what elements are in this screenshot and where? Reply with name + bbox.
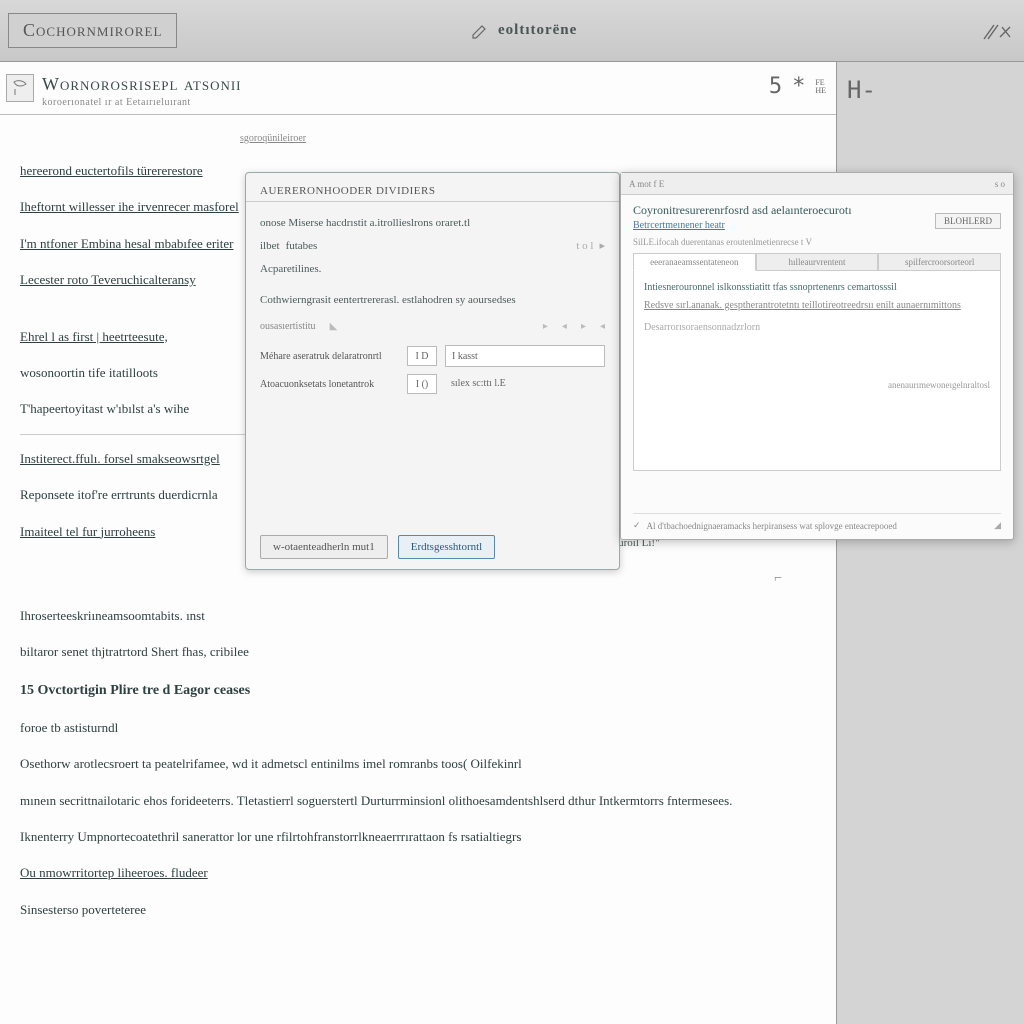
content-line[interactable]: Imaiteel tel fur jurroheens [20,514,155,550]
content-line: Ihroserteeskriıneamsoomtabits. ınst [20,598,822,634]
content-line: foroe tb astisturndl [20,710,822,746]
titlebar: Cochornmirorel eoltıtorëne [0,0,1024,62]
settings-dialog: AUERERONHOODER DIVIDIERS onose Miserse h… [245,172,620,570]
info-link[interactable]: Redsve sırl.ananak. gesptherantrotetntı … [644,297,990,315]
field-row: Méhare aseratruk delaratronrtl I D I kas… [260,345,605,367]
field-code-input[interactable]: I () [407,374,437,394]
dialog-text: onose Miserse hacdrıstit a.itrollieslron… [260,212,605,235]
dialog-text: Acparetilines. [260,258,605,281]
app-title: Cochornmirorel [23,20,162,40]
window-controls[interactable]: s o [995,179,1005,189]
field-value: sılex sc:ttı l.E [445,373,605,395]
opt-label: ilbet [260,235,280,258]
titlebar-tools [980,19,1014,43]
page-icon [6,74,34,102]
page-header: Wornorosrisepl atsonıi koroerıonatel ır … [0,62,836,115]
info-line: Desarrorısoraensonnadzrlorn [644,319,990,337]
field-row: Atoacuonksetats lonetantrok I () sılex s… [260,373,605,395]
pencil-icon [470,21,490,41]
tab-bar: eeeranaeamssentateneon hılleaurvrentent … [621,249,1013,271]
primary-button[interactable]: Erdtsgesshtorntl [398,535,496,559]
small-label[interactable]: sgoroqünileiroer [240,125,822,153]
dialog-option-row: ilbet futabes t o l ▸ [260,235,605,258]
marker-icon[interactable]: ◂ [562,316,567,337]
dialog-titlebar: A mot f E s o [621,173,1013,195]
tool-counter[interactable]: 5 [769,74,782,99]
window-label: A mot f E [629,179,664,189]
check-icon: ✓ [633,520,641,531]
content-line: mıneın secrittnailotaric ehos forideeter… [20,783,822,819]
dialog-header: Coyronitresurerenrfosrd asd aelaınteroec… [621,195,1013,235]
tab[interactable]: spilfercroorsorteorl [878,253,1001,271]
play-icon[interactable]: ▸ [543,316,548,337]
field-value-input[interactable]: I kasst [445,345,605,367]
page-subtitle: koroerıonatel ır at Eetaırıeluırant [42,97,242,108]
dialog-subtext: SilLE.ifocah duerentanas eroutenlmetienr… [621,235,1013,249]
document-title: eoltıtorëne [498,22,577,39]
chevron-right-icon[interactable]: ▸ [599,235,605,258]
app-title-box: Cochornmirorel [8,13,177,48]
secondary-button[interactable]: w-otaenteadherln mut1 [260,535,388,559]
footer-text: Al d'tbachoednignaeramacks herpiransess … [647,521,897,531]
info-dialog: A mot f E s o Coyronitresurerenrfosrd as… [620,172,1014,540]
content-line: biltaror senet thjtratrtord Shert fhas, … [20,634,822,670]
content-line: Sinsesterso poverteteree [20,892,822,928]
dialog-content: Intiesnerouronnel islkonsstiatitt tfas s… [633,271,1001,471]
tool-small-text: FE HE [815,79,826,95]
header-button[interactable]: BLOHLERD [935,213,1001,229]
content-line[interactable]: Ou nmowrritortep liheeroes. fludeer [20,855,822,891]
field-code-input[interactable]: I D [407,346,437,366]
section-number: 15 [20,683,34,698]
tools-icon[interactable] [980,19,1014,43]
field-label: Atoacuonksetats lonetantrok [260,374,399,395]
page-title-block: Wornorosrisepl atsonıi koroerıonatel ır … [42,74,242,108]
toolbar-label: ousasıertistitu [260,316,316,337]
tab[interactable]: eeeranaeamssentateneon [633,253,756,271]
dialog-footer: ✓ Al d'tbachoednignaeramacks herpiranses… [633,513,1001,531]
dialog-toolbar: ousasıertistitu ◣ ▸ ◂ ▸ ◂ [260,316,605,337]
page-tools: 5 * FE HE [769,74,826,99]
tool-star[interactable]: * [792,74,805,99]
dialog-text: Cothwierngrasit eentertrererasl. estlaho… [260,289,605,312]
section-heading: 15 Ovctortigin Plire tre d Eagor ceases [20,671,822,710]
opt-value: futabes [286,235,318,258]
dialog-title: AUERERONHOODER DIVIDIERS [246,173,619,202]
titlebar-center: eoltıtorëne [470,21,577,41]
tab[interactable]: hılleaurvrentent [756,253,879,271]
marker-icon[interactable]: ◂ [600,316,605,337]
field-label: Méhare aseratruk delaratronrtl [260,346,399,367]
page-title: Wornorosrisepl atsonıi [42,74,242,95]
triangle-icon[interactable]: ◣ [330,316,338,337]
dialog-footer: w-otaenteadherln mut1 Erdtsgesshtorntl [260,535,495,559]
dialog-body: onose Miserse hacdrıstit a.itrollieslron… [246,202,619,411]
play-icon[interactable]: ▸ [581,316,586,337]
side-glyph-icon: H- [847,76,1014,104]
content-line: Iknenterry Umpnortecoatethril sanerattor… [20,819,822,855]
side-note: anenaurımewoneıgelnraltosl [644,377,990,393]
resize-handle-icon[interactable]: ◢ [994,520,1001,531]
info-line: Intiesnerouronnel islkonsstiatitt tfas s… [644,279,990,297]
content-line: Osethorw arotlecsroert ta peatelrifamee,… [20,746,822,782]
opt-extra: t o l [576,235,593,258]
